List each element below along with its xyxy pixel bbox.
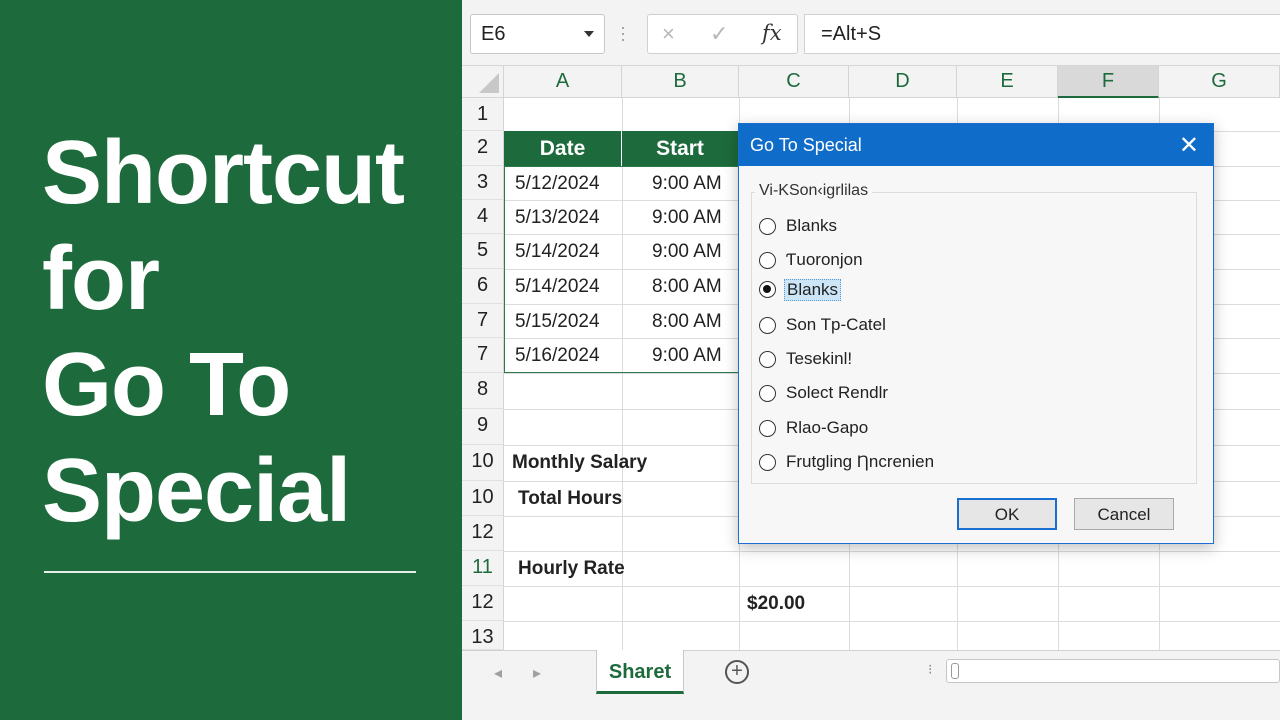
column-header-c[interactable]: C [739, 66, 849, 98]
ok-button[interactable]: OK [957, 498, 1057, 530]
dialog-title: Go To Special [750, 135, 862, 155]
scroll-left-icon[interactable]: ◂ [494, 663, 502, 683]
column-header-f[interactable]: F [1058, 66, 1159, 98]
drag-handle-icon[interactable]: · · · [620, 18, 626, 48]
row-header[interactable]: 12 [462, 586, 504, 621]
row-header[interactable]: 5 [462, 234, 504, 269]
close-icon[interactable]: ✕ [1179, 131, 1199, 160]
row-header[interactable]: 8 [462, 373, 504, 409]
chevron-down-icon[interactable] [584, 31, 594, 37]
banner-divider [44, 571, 416, 573]
drag-handle-icon[interactable]: ⁝ [928, 661, 932, 678]
total-hours-label[interactable]: Total Hours [518, 488, 622, 510]
option-label[interactable]: Rlao-Gapo [784, 418, 870, 438]
gridline [504, 621, 1280, 622]
row-header[interactable]: 10 [462, 481, 504, 516]
hourly-rate-value[interactable]: $20.00 [747, 593, 805, 615]
scrollbar-thumb[interactable] [951, 663, 959, 679]
radio-button-checked[interactable] [759, 281, 776, 298]
table-cell[interactable]: 9:00 AM [652, 241, 722, 263]
banner-title-line: for [42, 229, 160, 329]
banner-title-line: Go To [42, 335, 291, 435]
table-cell[interactable]: 5/14/2024 [515, 241, 600, 263]
formula-bar: E6 · · · × ✓ fx =Alt+S [462, 0, 1280, 66]
sheet-tab-active[interactable]: Sharet [596, 650, 684, 694]
row-header[interactable]: 1 [462, 98, 504, 131]
check-icon[interactable]: ✓ [710, 21, 728, 47]
table-cell[interactable]: 9:00 AM [652, 207, 722, 229]
horizontal-scrollbar[interactable] [946, 659, 1280, 683]
table-header-date[interactable]: Date [504, 131, 622, 166]
table-cell[interactable]: 9:00 AM [652, 345, 722, 367]
radio-button[interactable] [759, 420, 776, 437]
radio-button[interactable] [759, 218, 776, 235]
option-label[interactable]: Blanks [784, 216, 839, 236]
row-header[interactable]: 7 [462, 338, 504, 373]
row-header[interactable]: 11 [462, 551, 504, 586]
radio-button[interactable] [759, 351, 776, 368]
scroll-right-icon[interactable]: ▸ [533, 663, 541, 683]
table-cell[interactable]: 5/13/2024 [515, 207, 600, 229]
monthly-salary-label[interactable]: Monthly Salary [512, 452, 647, 474]
radio-button[interactable] [759, 454, 776, 471]
sheet-tab-bar: ◂ ▸ Sharet + ⁝ [462, 650, 1280, 720]
option-label[interactable]: Blanks [784, 279, 842, 301]
table-cell[interactable]: 5/14/2024 [515, 276, 600, 298]
formula-input[interactable]: =Alt+S [804, 14, 1280, 54]
formula-actions: × ✓ fx [647, 14, 798, 54]
table-header-start[interactable]: Start [622, 131, 739, 166]
banner-title-line: Shortcut [42, 123, 405, 223]
triangle-icon [479, 73, 499, 93]
name-box-value: E6 [481, 23, 506, 45]
table-cell[interactable]: 5/12/2024 [515, 173, 600, 195]
option-label[interactable]: Solect Rendlr [784, 383, 890, 403]
gridline [504, 586, 1280, 587]
radio-button[interactable] [759, 252, 776, 269]
cancel-icon[interactable]: × [662, 21, 675, 47]
option-label[interactable]: Tesekinl! [784, 349, 854, 369]
go-to-special-dialog: Go To Special ✕ Vi-KSon‹igrlilas Blanks … [738, 123, 1214, 544]
column-header-a[interactable]: A [504, 66, 622, 98]
column-header-b[interactable]: B [622, 66, 739, 98]
row-header[interactable]: 13 [462, 621, 504, 650]
radio-button[interactable] [759, 385, 776, 402]
select-group-label: Vi-KSon‹igrlilas [755, 182, 873, 200]
insert-function-icon[interactable]: fx [762, 21, 782, 45]
table-body-border [504, 166, 739, 373]
column-header-g[interactable]: G [1159, 66, 1280, 98]
option-label[interactable]: Frutgling Ƞncrenien [784, 452, 936, 472]
option-label[interactable]: Ƭuoronjon [784, 250, 865, 270]
column-header-e[interactable]: E [957, 66, 1058, 98]
row-header[interactable]: 6 [462, 269, 504, 304]
row-header[interactable]: 2 [462, 131, 504, 166]
title-banner: Shortcut for Go To Special [0, 0, 462, 720]
hourly-rate-label[interactable]: Hourly Rate [518, 558, 625, 580]
radio-button[interactable] [759, 317, 776, 334]
gridline [504, 551, 1280, 552]
table-cell[interactable]: 5/15/2024 [515, 311, 600, 333]
banner-title-line: Special [42, 441, 351, 541]
cancel-button[interactable]: Cancel [1074, 498, 1174, 530]
table-cell[interactable]: 8:00 AM [652, 311, 722, 333]
banner-title: Shortcut for Go To Special [42, 120, 405, 544]
row-header[interactable]: 9 [462, 409, 504, 445]
name-box[interactable]: E6 [470, 14, 605, 54]
select-all-corner[interactable] [462, 66, 504, 98]
dialog-title-bar: Go To Special ✕ [739, 124, 1213, 166]
row-header[interactable]: 12 [462, 516, 504, 551]
row-header[interactable]: 7 [462, 304, 504, 338]
option-label[interactable]: Son Tp-Catel [784, 315, 888, 335]
table-cell[interactable]: 5/16/2024 [515, 345, 600, 367]
row-header[interactable]: 4 [462, 200, 504, 234]
column-header-d[interactable]: D [849, 66, 957, 98]
row-header[interactable]: 10 [462, 445, 504, 481]
row-header[interactable]: 3 [462, 166, 504, 200]
table-cell[interactable]: 9:00 AM [652, 173, 722, 195]
add-sheet-icon[interactable]: + [725, 660, 749, 684]
table-cell[interactable]: 8:00 AM [652, 276, 722, 298]
